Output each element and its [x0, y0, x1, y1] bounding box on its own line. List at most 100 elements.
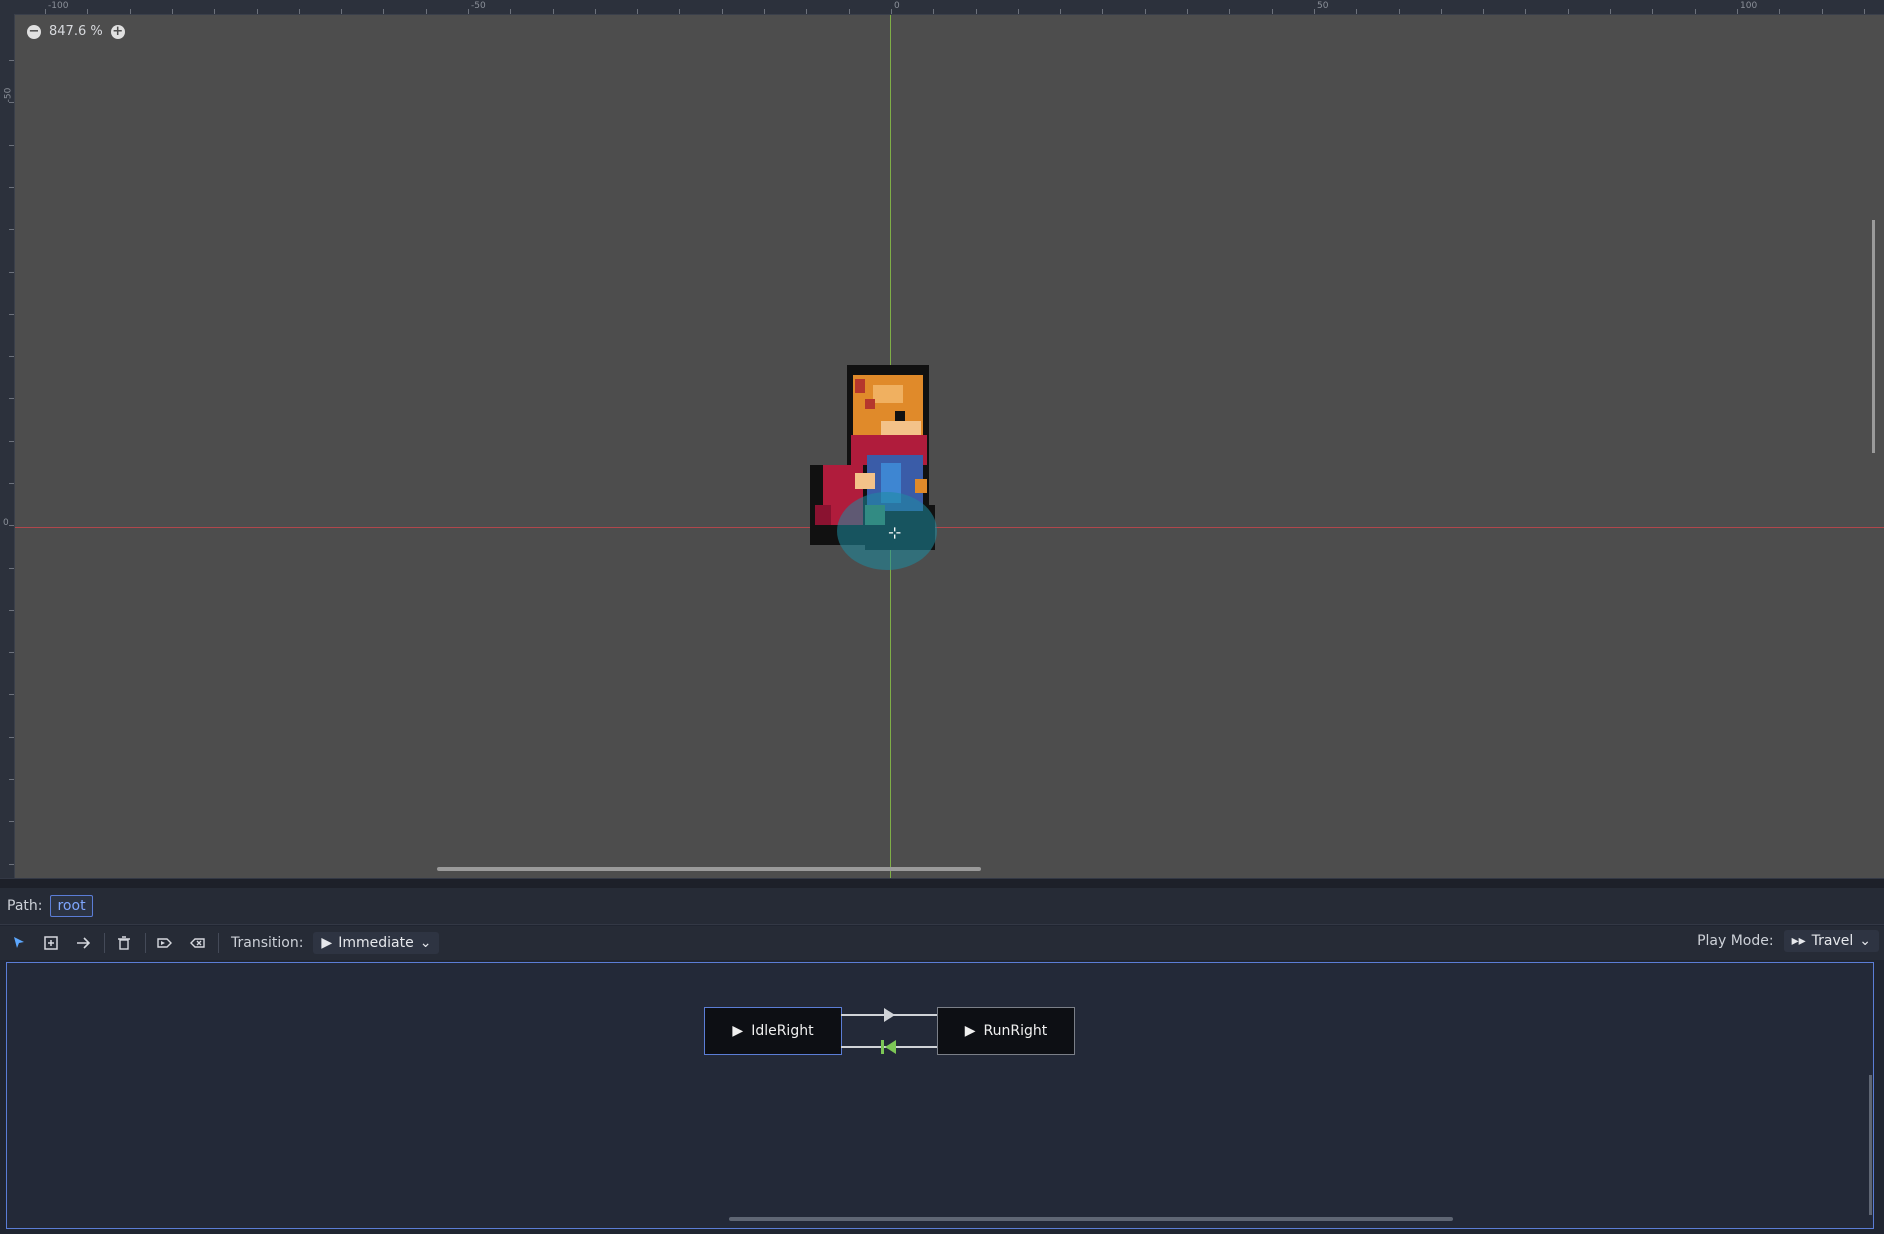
zoom-level: 847.6 %	[49, 24, 103, 39]
transition-arrow-icon	[884, 1008, 895, 1022]
ruler-tick	[9, 145, 14, 146]
ruler-tick	[130, 9, 131, 14]
ruler-tick	[637, 9, 638, 14]
start-transition-icon	[881, 1040, 896, 1054]
ruler-tick	[9, 694, 14, 695]
viewport-horizontal-scrollbar[interactable]	[437, 867, 981, 871]
ruler-tick	[426, 9, 427, 14]
ruler-tick	[806, 9, 807, 14]
play-icon[interactable]: ▶	[965, 1023, 976, 1039]
ruler-tick	[976, 9, 977, 14]
travel-icon: ▸▸	[1791, 933, 1806, 949]
ruler-tick	[383, 9, 384, 14]
ruler-tick	[45, 9, 46, 14]
ruler-tick	[299, 9, 300, 14]
play-mode-dropdown[interactable]: ▸▸ Travel ⌄	[1783, 930, 1879, 952]
graph-vertical-scrollbar[interactable]	[1869, 1075, 1872, 1215]
transition-type-dropdown[interactable]: ▶ Immediate ⌄	[313, 932, 440, 954]
ruler-tick	[1779, 9, 1780, 14]
path-bar: Path: root	[0, 888, 1884, 925]
zoom-controls: − 847.6 % +	[27, 24, 125, 39]
play-mode-group: Play Mode: ▸▸ Travel ⌄	[1685, 930, 1879, 952]
ruler-tick	[1737, 9, 1738, 14]
move-cursor-icon: ⊹	[888, 523, 902, 542]
ruler-tick	[9, 779, 14, 780]
ruler-tick	[9, 483, 14, 484]
ruler-tick	[510, 9, 511, 14]
ruler-tick	[172, 9, 173, 14]
play-mode-value: Travel	[1811, 933, 1854, 949]
ruler-tick	[9, 610, 14, 611]
toolbar-separator	[145, 933, 146, 953]
set-start-icon[interactable]	[152, 930, 178, 956]
ruler-tick	[1018, 9, 1019, 14]
toolbar-separator	[218, 933, 219, 953]
collision-shape[interactable]	[837, 492, 937, 570]
ruler-tick	[1187, 9, 1188, 14]
connect-icon[interactable]	[70, 930, 96, 956]
state-node-idleright[interactable]: ▶ IdleRight	[704, 1007, 842, 1055]
path-root-button[interactable]: root	[50, 895, 93, 917]
ruler-tick	[849, 9, 850, 14]
canvas-viewport[interactable]: − 847.6 % + ⊹	[15, 15, 1884, 878]
ruler-tick	[1525, 9, 1526, 14]
state-node-label: RunRight	[983, 1023, 1048, 1039]
ruler-tick	[9, 356, 14, 357]
ruler-tick	[764, 9, 765, 14]
ruler-label: -50	[3, 87, 14, 103]
chevron-down-icon: ⌄	[1859, 933, 1871, 949]
ruler-tick	[933, 9, 934, 14]
ruler-tick	[1483, 9, 1484, 14]
path-label: Path:	[7, 898, 43, 914]
ruler-tick	[9, 102, 14, 103]
zoom-in-icon[interactable]: +	[110, 24, 125, 39]
viewport-vertical-scrollbar[interactable]	[1872, 220, 1875, 453]
ruler-tick	[1822, 9, 1823, 14]
ruler-tick	[9, 864, 14, 865]
ruler-tick	[9, 525, 14, 526]
delete-icon[interactable]	[111, 930, 137, 956]
ruler-tick	[9, 314, 14, 315]
ruler-corner	[0, 0, 14, 14]
zoom-out-icon[interactable]: −	[27, 24, 41, 39]
ruler-tick	[1314, 9, 1315, 14]
graph-horizontal-scrollbar[interactable]	[729, 1217, 1453, 1221]
ruler-tick	[9, 398, 14, 399]
ruler-tick	[1356, 9, 1357, 14]
ruler-label: 0	[3, 518, 9, 528]
ruler-tick	[214, 9, 215, 14]
transition-label: Transition:	[231, 935, 304, 951]
ruler-tick	[257, 9, 258, 14]
ruler-tick	[9, 187, 14, 188]
ruler-tick	[1695, 9, 1696, 14]
ruler-tick	[1568, 9, 1569, 14]
ruler-tick	[722, 9, 723, 14]
play-icon: ▶	[321, 935, 333, 951]
state-machine-toolbar: Transition: ▶ Immediate ⌄ Play Mode: ▸▸ …	[0, 926, 1884, 960]
ruler-tick	[1864, 9, 1865, 14]
transition-value: Immediate	[338, 935, 414, 951]
create-node-icon[interactable]	[38, 930, 64, 956]
ruler-tick	[9, 568, 14, 569]
select-icon[interactable]	[6, 930, 32, 956]
state-machine-graph[interactable]: ▶ IdleRight ▶ RunRight	[6, 962, 1874, 1229]
ruler-tick	[87, 9, 88, 14]
ruler-tick	[9, 272, 14, 273]
panel-splitter[interactable]	[0, 878, 1884, 888]
ruler-tick	[595, 9, 596, 14]
play-icon[interactable]: ▶	[732, 1023, 743, 1039]
set-end-icon[interactable]	[184, 930, 210, 956]
ruler-tick	[341, 9, 342, 14]
ruler-tick	[553, 9, 554, 14]
state-node-runright[interactable]: ▶ RunRight	[937, 1007, 1075, 1055]
state-node-label: IdleRight	[751, 1023, 814, 1039]
ruler-tick	[1145, 9, 1146, 14]
ruler-tick	[1102, 9, 1103, 14]
ruler-tick	[1610, 9, 1611, 14]
ruler-tick	[9, 441, 14, 442]
ruler-tick	[1060, 9, 1061, 14]
ruler-tick	[1652, 9, 1653, 14]
ruler-tick	[9, 737, 14, 738]
left-ruler: -50 0	[0, 14, 15, 878]
ruler-label: 0	[894, 1, 900, 11]
